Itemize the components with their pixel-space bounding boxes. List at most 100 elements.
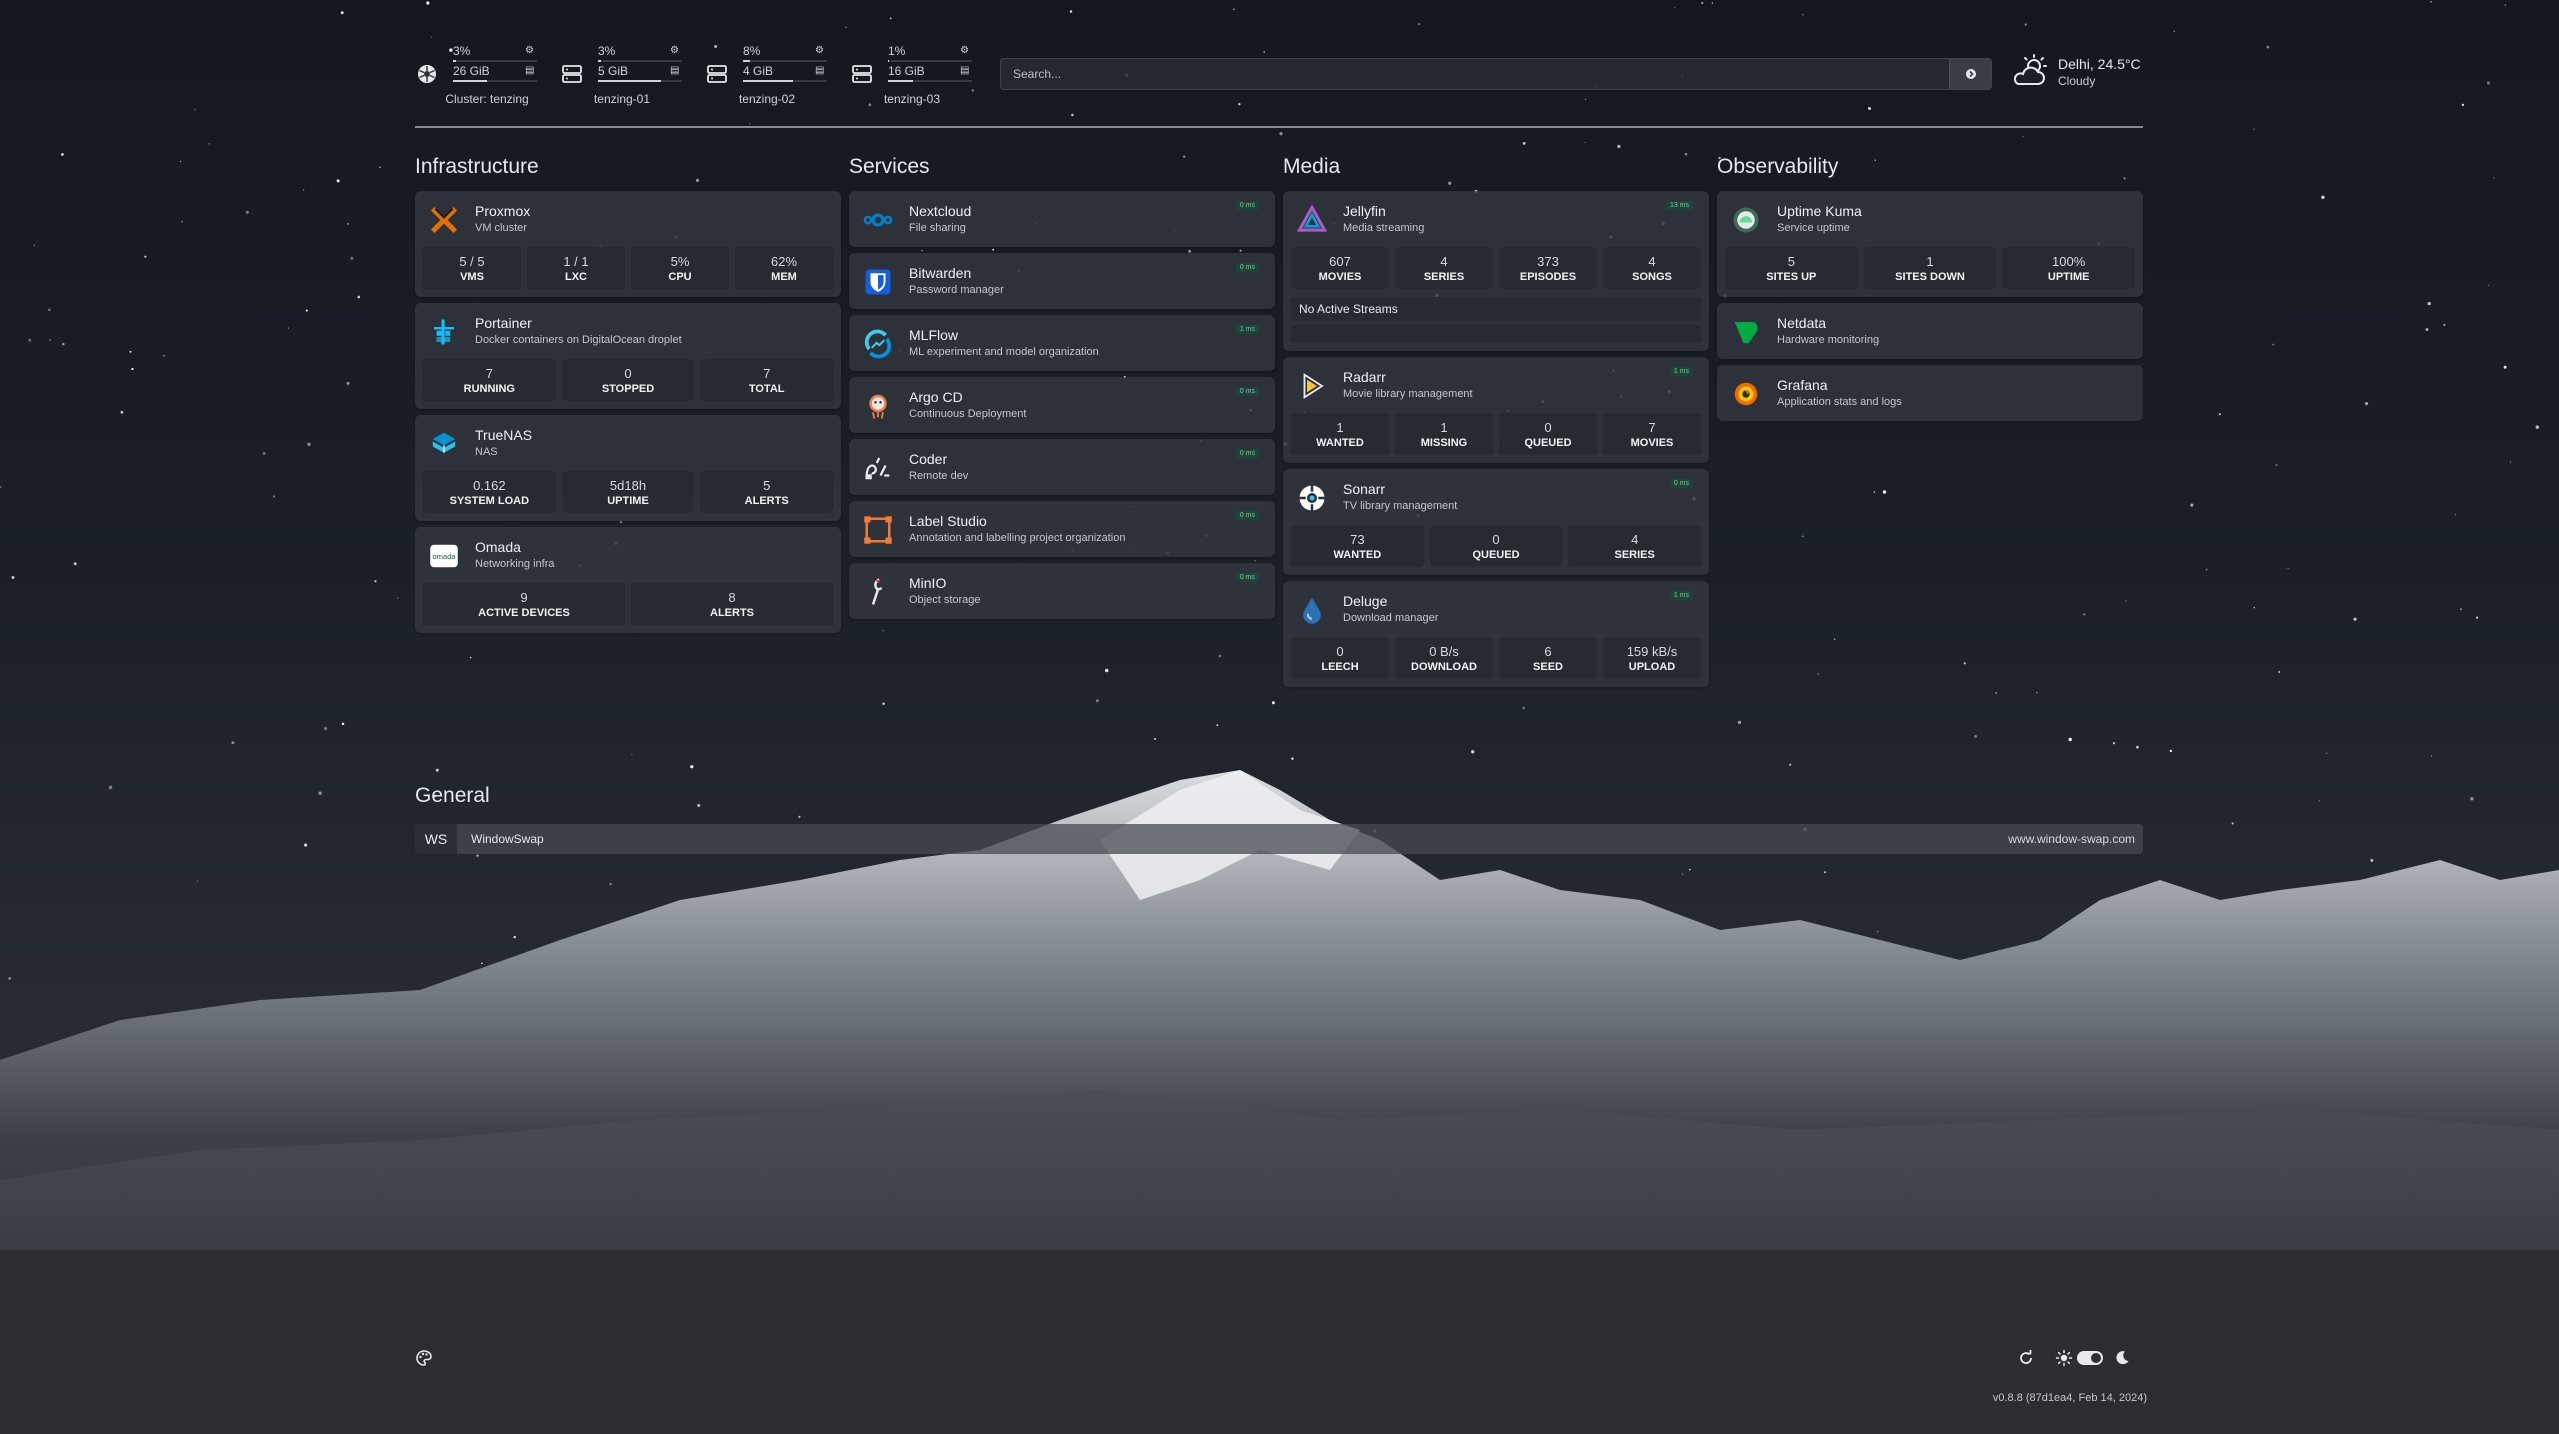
stat-label: UPLOAD bbox=[1628, 661, 1676, 673]
card-icon-wrap bbox=[861, 265, 895, 299]
cpu-value: 1% bbox=[888, 44, 906, 58]
weather-location: Delhi, 24.5°C bbox=[2058, 56, 2141, 72]
service-card-grafana[interactable]: Grafana Application stats and logs bbox=[1717, 365, 2143, 421]
stat-block: 5 / 5 VMS bbox=[423, 247, 521, 289]
card-icon-wrap bbox=[1729, 377, 1763, 411]
color-palette-button[interactable] bbox=[415, 1349, 433, 1367]
service-card-portainer[interactable]: Portainer Docker containers on DigitalOce… bbox=[415, 303, 841, 409]
stat-block: 6 SEED bbox=[1499, 637, 1597, 679]
search-box[interactable] bbox=[1000, 58, 1992, 90]
resource-widget[interactable]: 3% ⚙ 5 GiB ▤ tenzing-01 bbox=[560, 38, 684, 112]
refresh-icon[interactable] bbox=[2017, 1349, 2035, 1367]
argocd-icon bbox=[869, 394, 887, 419]
cpu-bar-fill bbox=[743, 60, 750, 62]
stat-label: RUNNING bbox=[463, 383, 515, 395]
stat-block: 4 SERIES bbox=[1568, 525, 1702, 567]
kubernetes-icon bbox=[418, 65, 436, 83]
mem-value: 4 GiB bbox=[743, 64, 774, 78]
top-divider bbox=[415, 126, 2143, 128]
bitwarden-icon bbox=[865, 269, 891, 295]
stat-value: 8 bbox=[728, 590, 736, 605]
memory-icon: ▤ bbox=[525, 65, 535, 76]
service-card-argo-cd[interactable]: Argo CD Continuous Deployment 0 ms bbox=[849, 377, 1275, 433]
ping-badge: 0 ms bbox=[1235, 449, 1259, 458]
service-name: Deluge bbox=[1343, 593, 1388, 609]
mem-value: 5 GiB bbox=[598, 64, 629, 78]
card-header: omada Omada Networking infra bbox=[423, 535, 833, 575]
ping-badge: 1 ms bbox=[1235, 325, 1259, 334]
stat-value: 100% bbox=[2052, 254, 2086, 269]
service-name: Bitwarden bbox=[909, 265, 972, 281]
service-card-coder[interactable]: Coder Remote dev 0 ms bbox=[849, 439, 1275, 495]
card-header: Grafana Application stats and logs bbox=[1725, 373, 2135, 413]
deluge-icon bbox=[1303, 597, 1321, 624]
stat-label: LEECH bbox=[1321, 661, 1359, 673]
grafana-icon bbox=[1734, 382, 1758, 406]
stat-value: 1 bbox=[1440, 420, 1448, 435]
service-card-sonarr[interactable]: Sonarr TV library management 0 ms 73 WANTED 0… bbox=[1283, 469, 1709, 575]
stat-value: 159 kB/s bbox=[1626, 644, 1678, 659]
stat-label: WANTED bbox=[1316, 437, 1364, 449]
card-header: Netdata Hardware monitoring bbox=[1725, 311, 2135, 351]
section-title: Media bbox=[1283, 155, 1341, 178]
service-card-omada[interactable]: omada Omada Networking infra 9 ACTIVE DEVICE… bbox=[415, 527, 841, 633]
mem-bar bbox=[888, 80, 972, 82]
stat-value: 62% bbox=[770, 254, 798, 269]
service-card-label-studio[interactable]: Label Studio Annotation and labelling pro… bbox=[849, 501, 1275, 557]
service-description: Remote dev bbox=[909, 470, 969, 482]
service-card-truenas[interactable]: TrueNAS NAS 0.162 SYSTEM LOAD 5d18h UPTIME 5 AL… bbox=[415, 415, 841, 521]
resource-widget[interactable]: 3% ⚙ 26 GiB ▤ Cluster: tenzing bbox=[415, 38, 539, 112]
service-description: Hardware monitoring bbox=[1777, 334, 1880, 346]
resource-icon-wrap bbox=[415, 62, 439, 86]
search-input[interactable] bbox=[1013, 67, 1913, 81]
server-icon bbox=[707, 65, 727, 83]
service-description: Password manager bbox=[909, 284, 1004, 296]
cpu-value: 3% bbox=[598, 44, 616, 58]
service-description: Movie library management bbox=[1343, 388, 1473, 400]
stat-value: 0 bbox=[1336, 644, 1344, 659]
resource-widget[interactable]: 1% ⚙ 16 GiB ▤ tenzing-03 bbox=[850, 38, 974, 112]
stat-block: 8 ALERTS bbox=[631, 583, 833, 625]
weather-widget[interactable]: Delhi, 24.5°C Cloudy bbox=[2010, 52, 2150, 92]
service-name: TrueNAS bbox=[475, 427, 533, 443]
stat-block: 373 EPISODES bbox=[1499, 247, 1597, 289]
service-card-mlflow[interactable]: MLFlow ML experiment and model organizati… bbox=[849, 315, 1275, 371]
stat-block: 0 STOPPED bbox=[561, 359, 695, 401]
section-services: Services Nextcloud File sharing 0 ms Bitwar… bbox=[849, 155, 1275, 619]
service-card-minio[interactable]: MinIO Object storage 0 ms bbox=[849, 563, 1275, 619]
stat-label: MEM bbox=[771, 271, 797, 283]
service-description: NAS bbox=[475, 446, 498, 458]
stat-label: WANTED bbox=[1333, 549, 1382, 561]
service-name: MLFlow bbox=[909, 327, 959, 343]
service-card-uptime-kuma[interactable]: Uptime Kuma Service uptime 5 SITES UP 1 SITES… bbox=[1717, 191, 2143, 297]
stat-value: 5% bbox=[670, 254, 690, 269]
stat-label: ALERTS bbox=[710, 607, 754, 619]
partly-cloudy-icon bbox=[2013, 54, 2047, 85]
card-icon-wrap bbox=[1295, 481, 1329, 515]
sonarr-icon bbox=[1299, 485, 1325, 511]
search-button[interactable] bbox=[1949, 59, 1991, 89]
stat-label: SERIES bbox=[1614, 549, 1655, 561]
service-name: Jellyfin bbox=[1343, 203, 1386, 219]
card-icon-wrap bbox=[1295, 369, 1329, 403]
service-card-radarr[interactable]: Radarr Movie library management 1 ms 1 WANTE… bbox=[1283, 357, 1709, 463]
mem-usage: 5 GiB ▤ bbox=[598, 64, 682, 80]
stat-value: 9 bbox=[520, 590, 528, 605]
service-card-nextcloud[interactable]: Nextcloud File sharing 0 ms bbox=[849, 191, 1275, 247]
stat-label: CPU bbox=[668, 271, 692, 283]
service-card-deluge[interactable]: Deluge Download manager 1 ms 0 LEECH 0 B/s DOW… bbox=[1283, 581, 1709, 687]
theme-toggle[interactable] bbox=[2077, 1351, 2103, 1365]
sun-icon[interactable] bbox=[2055, 1349, 2073, 1367]
toggle-knob bbox=[2091, 1353, 2101, 1363]
moon-icon[interactable] bbox=[2113, 1349, 2131, 1367]
service-card-bitwarden[interactable]: Bitwarden Password manager 0 ms bbox=[849, 253, 1275, 309]
bookmark-windowswap[interactable]: WS WindowSwap www.window-swap.com bbox=[415, 824, 2143, 854]
service-card-proxmox[interactable]: Proxmox VM cluster 5 / 5 VMS 1 / 1 LXC 5% CPU 62… bbox=[415, 191, 841, 297]
stat-label: UPTIME bbox=[2047, 271, 2090, 283]
service-card-jellyfin[interactable]: Jellyfin Media streaming 13 ms 607 MOVIES 4 SE… bbox=[1283, 191, 1709, 351]
server-icon bbox=[852, 65, 872, 83]
service-card-netdata[interactable]: Netdata Hardware monitoring bbox=[1717, 303, 2143, 359]
ping-badge: 0 ms bbox=[1235, 263, 1259, 272]
resource-widget[interactable]: 8% ⚙ 4 GiB ▤ tenzing-02 bbox=[705, 38, 829, 112]
cpu-bar bbox=[453, 60, 537, 62]
